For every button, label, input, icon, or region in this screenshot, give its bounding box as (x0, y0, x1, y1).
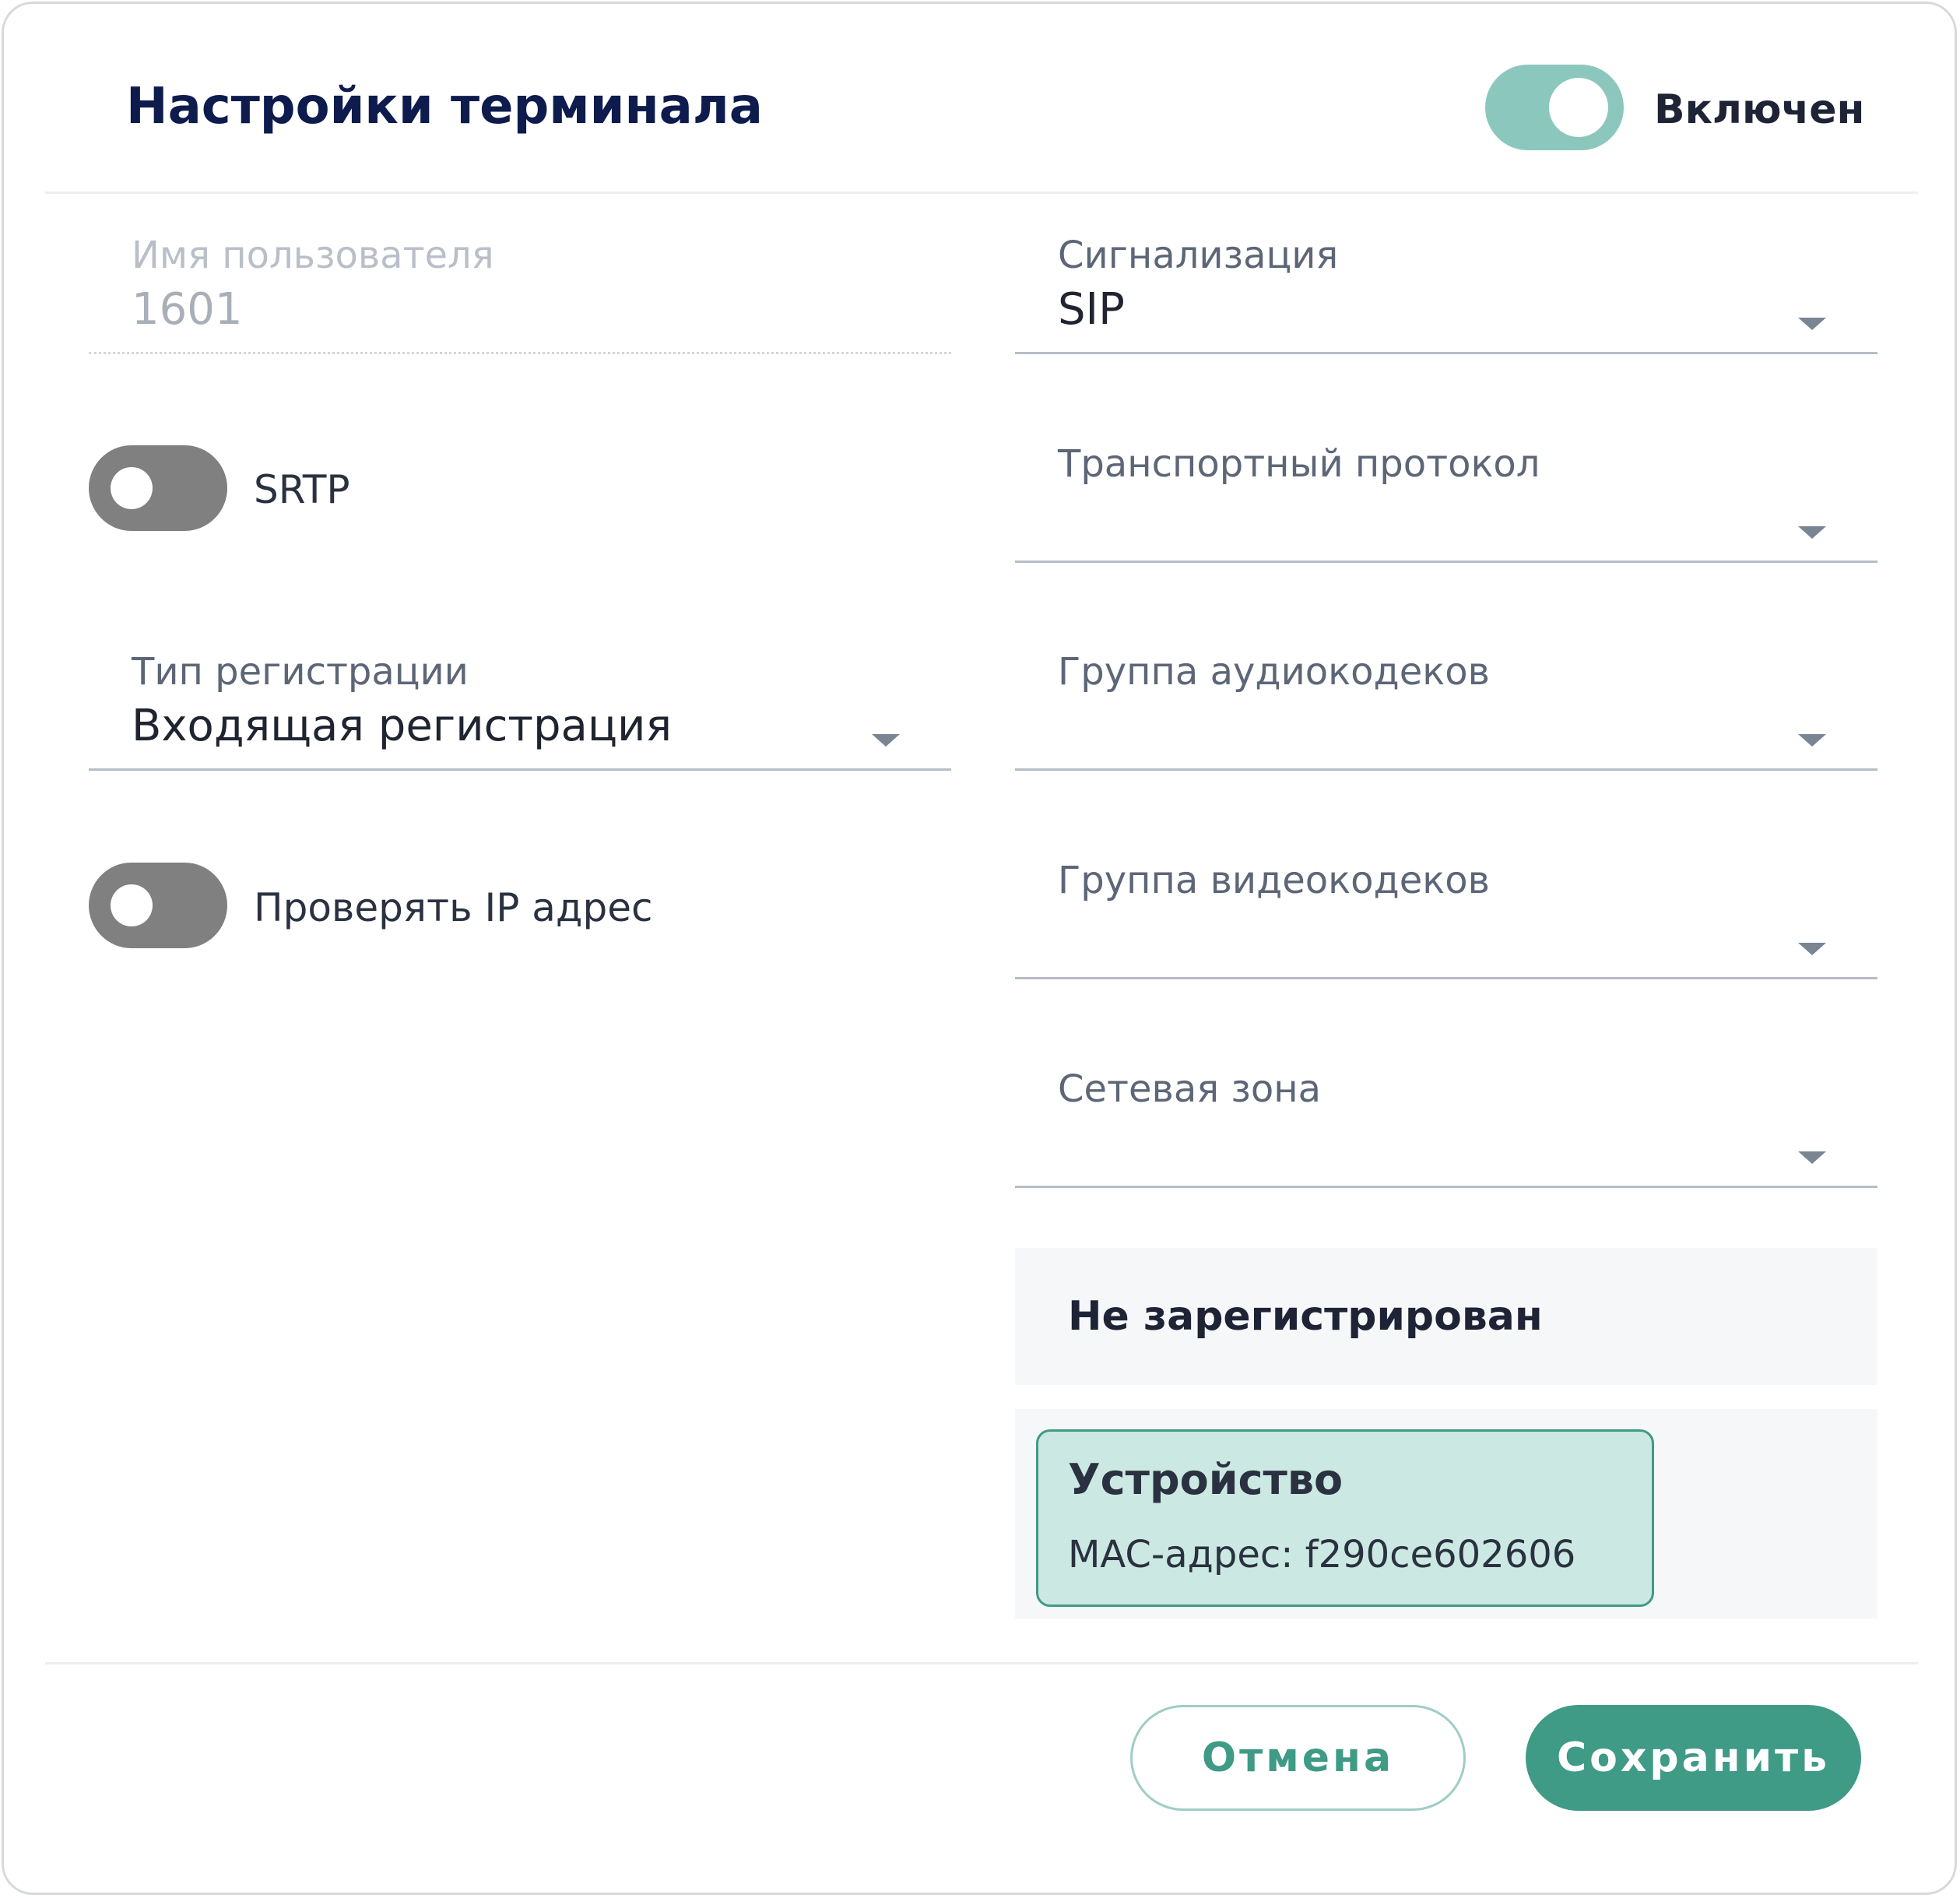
device-card[interactable]: Устройство MAC-адрес: f290ce602606 (1036, 1429, 1654, 1607)
registration-status: Не зарегистрирован (1068, 1293, 1543, 1340)
chevron-down-icon (1798, 526, 1826, 539)
footer-divider (45, 1662, 1918, 1664)
check-ip-label: Проверять IP адрес (254, 885, 653, 930)
transport-protocol-label: Транспортный протокол (1058, 442, 1540, 486)
enabled-label: Включен (1654, 86, 1865, 133)
signaling-label: Сигнализация (1058, 234, 1339, 277)
username-value: 1601 (132, 284, 243, 335)
field-underline (1015, 1186, 1877, 1188)
registration-type-label: Тип регистрации (132, 650, 469, 694)
device-title: Устройство (1068, 1455, 1344, 1504)
registration-type-select[interactable]: Тип регистрации Входящая регистрация (89, 634, 951, 771)
registration-type-value: Входящая регистрация (132, 701, 673, 751)
field-underline (1015, 352, 1877, 354)
toggle-knob (1549, 78, 1608, 137)
video-codecs-select[interactable]: Группа видеокодеков (1015, 843, 1877, 979)
chevron-down-icon (1798, 1151, 1826, 1164)
check-ip-toggle[interactable] (89, 863, 227, 948)
device-mac-address: MAC-адрес: f290ce602606 (1068, 1533, 1576, 1576)
chevron-down-icon (1798, 734, 1826, 747)
transport-protocol-select[interactable]: Транспортный протокол (1015, 427, 1877, 563)
username-label: Имя пользователя (132, 234, 494, 277)
username-field: Имя пользователя 1601 (89, 218, 951, 354)
field-underline (1015, 977, 1877, 979)
video-codecs-label: Группа видеокодеков (1058, 859, 1490, 902)
signaling-value: SIP (1058, 284, 1125, 335)
cancel-button[interactable]: Отмена (1130, 1705, 1466, 1811)
srtp-toggle[interactable] (89, 445, 227, 531)
signaling-select[interactable]: Сигнализация SIP (1015, 218, 1877, 354)
chevron-down-icon (1798, 318, 1826, 330)
header-divider (45, 192, 1918, 194)
enabled-toggle[interactable] (1485, 65, 1624, 150)
chevron-down-icon (1798, 943, 1826, 955)
terminal-settings-dialog: Настройки терминала Включен Имя пользова… (2, 2, 1957, 1895)
network-zone-label: Сетевая зона (1058, 1067, 1322, 1111)
save-button[interactable]: Сохранить (1526, 1705, 1861, 1811)
dialog-title: Настройки терминала (126, 78, 763, 135)
toggle-knob (111, 467, 153, 509)
registration-status-box: Не зарегистрирован (1015, 1248, 1877, 1385)
toggle-knob (111, 884, 153, 926)
field-underline (89, 352, 951, 354)
audio-codecs-label: Группа аудиокодеков (1058, 650, 1490, 694)
field-underline (1015, 768, 1877, 771)
chevron-down-icon (872, 734, 900, 747)
device-panel: Устройство MAC-адрес: f290ce602606 (1015, 1409, 1877, 1619)
field-underline (89, 768, 951, 771)
field-underline (1015, 561, 1877, 563)
srtp-label: SRTP (254, 467, 350, 512)
audio-codecs-select[interactable]: Группа аудиокодеков (1015, 634, 1877, 771)
network-zone-select[interactable]: Сетевая зона (1015, 1052, 1877, 1188)
